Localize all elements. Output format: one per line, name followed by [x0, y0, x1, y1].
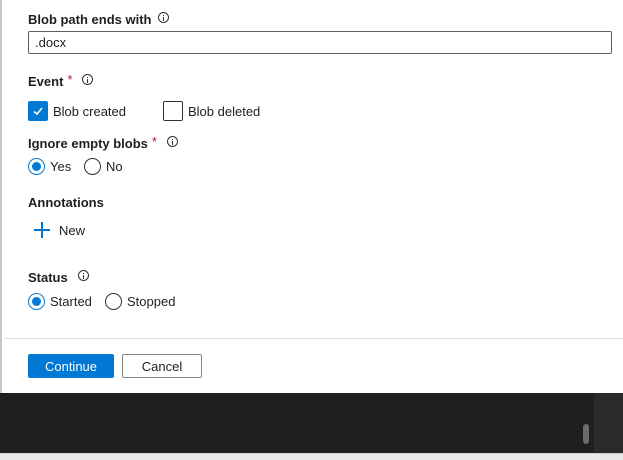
- info-icon[interactable]: [157, 12, 169, 23]
- status-label-text: Status: [28, 270, 68, 285]
- continue-button[interactable]: Continue: [28, 354, 114, 378]
- ignore-empty-label: Ignore empty blobs *: [28, 134, 178, 151]
- checkbox-blob-deleted[interactable]: Blob deleted: [163, 101, 260, 121]
- radio-status-started[interactable]: Started: [28, 293, 92, 310]
- scrollbar-track[interactable]: [594, 393, 623, 453]
- add-annotation-label: New: [59, 222, 86, 238]
- checkbox-label: Blob created: [53, 103, 126, 119]
- info-icon[interactable]: [166, 136, 178, 147]
- cancel-button-label: Cancel: [141, 358, 183, 374]
- radio-ignore-no[interactable]: No: [84, 158, 123, 175]
- info-icon[interactable]: [82, 74, 94, 85]
- info-icon[interactable]: [77, 270, 89, 281]
- trigger-settings-panel: Blob path ends with Event * Blob created…: [0, 0, 623, 393]
- radio-ignore-yes[interactable]: Yes: [28, 158, 71, 175]
- required-asterisk: *: [67, 72, 73, 87]
- required-asterisk: *: [151, 134, 157, 149]
- event-label-text: Event: [28, 74, 64, 89]
- radio-label: Started: [50, 294, 92, 309]
- checkbox-unchecked-icon[interactable]: [163, 101, 183, 121]
- annotations-label: Annotations: [28, 195, 104, 210]
- status-bar: [0, 453, 623, 460]
- blob-path-label: Blob path ends with: [28, 12, 169, 27]
- continue-button-label: Continue: [44, 358, 98, 374]
- status-label: Status: [28, 270, 89, 285]
- checkbox-label: Blob deleted: [188, 103, 261, 119]
- radio-status-stopped[interactable]: Stopped: [105, 293, 175, 310]
- add-annotation-button[interactable]: New: [34, 222, 85, 238]
- radio-unselected-icon[interactable]: [84, 158, 101, 175]
- radio-unselected-icon[interactable]: [105, 293, 122, 310]
- checkbox-blob-created[interactable]: Blob created: [28, 101, 126, 121]
- radio-label: No: [106, 159, 123, 174]
- plus-icon: [34, 222, 50, 238]
- radio-label: Stopped: [127, 294, 176, 309]
- annotations-label-text: Annotations: [28, 195, 104, 210]
- scrollbar-thumb[interactable]: [583, 424, 589, 444]
- background-dark-area: [0, 393, 623, 460]
- ignore-empty-label-text: Ignore empty blobs: [28, 136, 148, 151]
- footer-divider: [4, 338, 623, 339]
- blob-path-input[interactable]: [28, 31, 612, 54]
- radio-selected-icon[interactable]: [28, 293, 45, 310]
- blob-path-label-text: Blob path ends with: [28, 12, 152, 27]
- event-label: Event *: [28, 72, 94, 89]
- radio-selected-icon[interactable]: [28, 158, 45, 175]
- cancel-button[interactable]: Cancel: [122, 354, 202, 378]
- radio-label: Yes: [50, 159, 72, 174]
- checkbox-checked-icon[interactable]: [28, 101, 48, 121]
